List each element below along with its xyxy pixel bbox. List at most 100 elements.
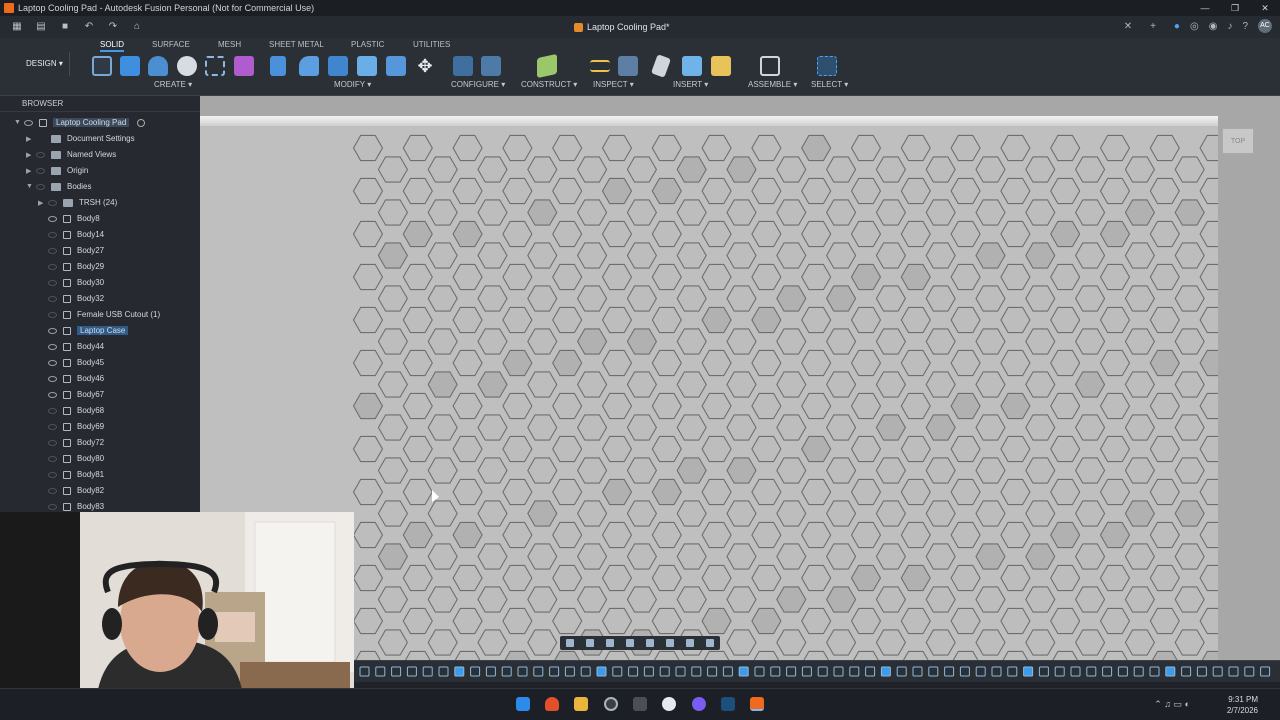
chevron-right-icon[interactable]: ▶ (26, 151, 34, 159)
browser-root[interactable]: ▼ Laptop Cooling Pad (14, 115, 146, 130)
timeline-feature[interactable] (501, 666, 512, 677)
configure-group-label[interactable]: CONFIGURE ▾ (451, 80, 505, 89)
visibility-eye-icon[interactable] (48, 263, 57, 270)
insert-derive-icon[interactable] (651, 54, 671, 78)
timeline-feature[interactable] (801, 666, 812, 677)
timeline-feature[interactable] (1023, 666, 1034, 677)
select-icon[interactable] (817, 56, 837, 76)
browser-item[interactable]: Body68 (38, 403, 104, 418)
create-sketch-icon[interactable] (92, 56, 112, 76)
visibility-eye-icon[interactable] (48, 279, 57, 286)
timeline-feature[interactable] (1165, 666, 1176, 677)
orbit-icon[interactable] (566, 639, 574, 647)
timeline[interactable] (354, 660, 1280, 682)
clock[interactable]: 9:31 PM 2/7/2026 (1227, 694, 1258, 716)
timeline-feature[interactable] (359, 666, 370, 677)
timeline-feature[interactable] (1260, 666, 1271, 677)
construct-group-label[interactable]: CONSTRUCT ▾ (521, 80, 577, 89)
visibility-eye-icon[interactable] (48, 487, 57, 494)
pattern-icon[interactable] (205, 56, 225, 76)
combine-icon[interactable] (357, 56, 377, 76)
chevron-right-icon[interactable]: ▼ (26, 183, 34, 190)
undo-icon[interactable]: ↶ (82, 21, 96, 33)
new-tab-icon[interactable]: + (1150, 21, 1156, 32)
modify-group-label[interactable]: MODIFY ▾ (334, 80, 371, 89)
visibility-eye-icon[interactable] (48, 199, 57, 206)
timeline-feature[interactable] (1070, 666, 1081, 677)
visibility-eye-icon[interactable] (48, 391, 57, 398)
select-group-label[interactable]: SELECT ▾ (811, 80, 848, 89)
pan-icon[interactable] (606, 639, 614, 647)
chevron-right-icon[interactable]: ▶ (26, 167, 34, 175)
configure-rule-icon[interactable] (481, 56, 501, 76)
measure-icon[interactable] (590, 60, 610, 72)
tab-mesh[interactable]: MESH (218, 40, 241, 49)
timeline-feature[interactable] (928, 666, 939, 677)
timeline-feature[interactable] (1117, 666, 1128, 677)
visibility-eye-icon[interactable] (48, 455, 57, 462)
browser-item[interactable]: Body14 (38, 227, 104, 242)
browser-item[interactable]: Body30 (38, 275, 104, 290)
browser-item[interactable]: ▼ Bodies (26, 179, 91, 194)
extrude-icon[interactable] (120, 56, 140, 76)
timeline-feature[interactable] (722, 666, 733, 677)
insert-mesh-icon[interactable] (711, 56, 731, 76)
grid-settings-icon[interactable] (686, 639, 694, 647)
visibility-eye-icon[interactable] (48, 215, 57, 222)
timeline-feature[interactable] (944, 666, 955, 677)
job-status-icon[interactable]: ◎ (1190, 21, 1199, 32)
browser-item[interactable]: Body72 (38, 435, 104, 450)
browser-item[interactable]: Body80 (38, 451, 104, 466)
timeline-feature[interactable] (1228, 666, 1239, 677)
fusion-taskbar-icon[interactable] (750, 697, 764, 711)
insert-group-label[interactable]: INSERT ▾ (673, 80, 708, 89)
tab-sheet-metal[interactable]: SHEET METAL (269, 40, 324, 49)
visibility-eye-icon[interactable] (24, 119, 33, 126)
zoom-icon[interactable] (626, 639, 634, 647)
browser-item[interactable]: Body44 (38, 339, 104, 354)
chevron-right-icon[interactable]: ▶ (26, 135, 34, 143)
timeline-feature[interactable] (1149, 666, 1160, 677)
move-icon[interactable]: ✥ (415, 56, 435, 76)
browser-item[interactable]: Body27 (38, 243, 104, 258)
browser-item[interactable]: Body46 (38, 371, 104, 386)
calculator-icon[interactable] (633, 697, 647, 711)
timeline-feature[interactable] (975, 666, 986, 677)
visibility-eye-icon[interactable] (48, 343, 57, 350)
tab-plastic[interactable]: PLASTIC (351, 40, 384, 49)
chevron-down-icon[interactable]: ▼ (14, 119, 22, 126)
browser-header[interactable]: BROWSER (0, 96, 200, 112)
timeline-feature[interactable] (596, 666, 607, 677)
insert-decal-icon[interactable] (682, 56, 702, 76)
visibility-eye-icon[interactable] (48, 503, 57, 510)
obs-icon[interactable] (662, 697, 676, 711)
data-panel-icon[interactable]: ▦ (10, 21, 24, 33)
timeline-feature[interactable] (628, 666, 639, 677)
insert-component-icon[interactable] (234, 56, 254, 76)
maximize-button[interactable]: ❐ (1220, 0, 1250, 16)
timeline-feature[interactable] (438, 666, 449, 677)
tab-surface[interactable]: SURFACE (152, 40, 190, 49)
extensions-icon[interactable]: ● (1174, 21, 1180, 32)
fillet-icon[interactable] (299, 56, 319, 76)
avatar[interactable]: AC (1258, 19, 1272, 33)
discord-icon[interactable] (692, 697, 706, 711)
timeline-feature[interactable] (391, 666, 402, 677)
browser-item[interactable]: ▶ Document Settings (26, 131, 135, 146)
timeline-feature[interactable] (880, 666, 891, 677)
browser-item[interactable]: Body45 (38, 355, 104, 370)
browser-item[interactable]: ▶ Origin (26, 163, 88, 178)
save-icon[interactable]: ■ (58, 21, 72, 33)
visibility-eye-icon[interactable] (48, 471, 57, 478)
visibility-eye-icon[interactable] (48, 247, 57, 254)
browser-item[interactable]: Body32 (38, 291, 104, 306)
split-body-icon[interactable] (386, 56, 406, 76)
visibility-eye-icon[interactable] (48, 423, 57, 430)
joint-icon[interactable] (760, 56, 780, 76)
visibility-eye-icon[interactable] (36, 151, 45, 158)
timeline-feature[interactable] (1086, 666, 1097, 677)
tray-icons[interactable]: ⌃ ♫ ▭ ◐ (1154, 699, 1190, 710)
browser-item[interactable]: Female USB Cutout (1) (38, 307, 160, 322)
timeline-feature[interactable] (754, 666, 765, 677)
visibility-eye-icon[interactable] (36, 167, 45, 174)
